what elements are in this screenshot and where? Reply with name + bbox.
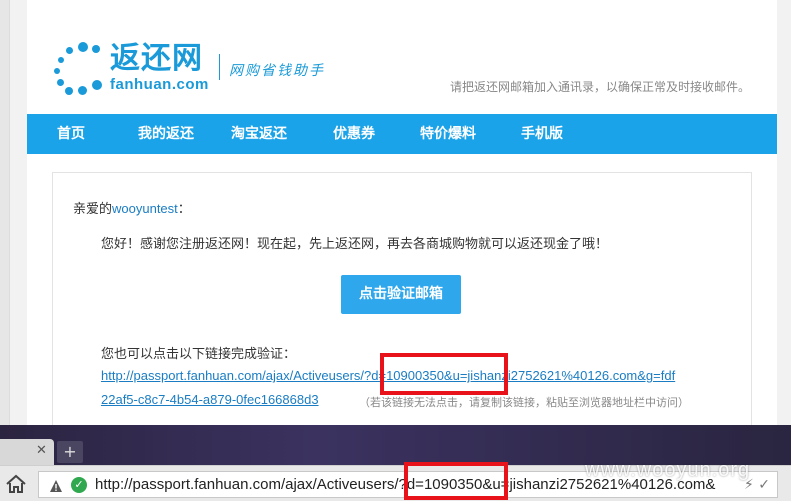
welcome-message: 您好！感谢您注册返还网！现在起，先上返还网，再去各商城购物就可以返还现金了哦！: [101, 237, 609, 252]
username: wooyuntest: [112, 201, 178, 216]
nav-item-taobao-rebate[interactable]: 淘宝返还: [231, 114, 287, 154]
nav-item-mobile[interactable]: 手机版: [521, 114, 563, 154]
close-icon[interactable]: ✕: [36, 443, 47, 458]
highlight-box-link: [380, 353, 508, 395]
greeting-suffix: ：: [177, 202, 191, 217]
secure-check-icon: ✓: [71, 477, 87, 493]
brand: 返还网 fanhuan.com: [110, 41, 209, 94]
nav-item-deals[interactable]: 特价爆料: [420, 114, 476, 154]
address-book-notice: 请把返还网邮箱加入通讯录，以确保正常及时接收邮件。: [450, 80, 751, 94]
verify-email-button[interactable]: 点击验证邮箱: [341, 275, 461, 314]
new-tab-button[interactable]: +: [57, 441, 83, 463]
left-edge: [0, 0, 10, 425]
warning-icon: [49, 478, 63, 492]
browser-tab[interactable]: ✕: [0, 439, 54, 465]
highlight-box-url: [404, 462, 508, 500]
brand-name-en: fanhuan.com: [110, 76, 209, 93]
tagline: 网购省钱助手: [229, 63, 325, 79]
home-icon[interactable]: [4, 472, 28, 496]
nav-item-coupons[interactable]: 优惠券: [333, 114, 375, 154]
link-hint: （若该链接无法点击，请复制该链接，粘贴至浏览器地址栏中访问）: [359, 396, 689, 409]
brand-name-cn: 返还网: [110, 41, 203, 76]
nav-item-home[interactable]: 首页: [57, 114, 85, 154]
watermark: www.wooyun.org: [585, 459, 751, 481]
greeting-prefix: 亲爱的: [73, 202, 113, 217]
nav-bar: 首页 我的返还 淘宝返还 优惠券 特价爆料 手机版: [27, 114, 777, 154]
greeting: 亲爱的wooyuntest：: [73, 198, 191, 217]
verify-link-line2[interactable]: 22af5-c8c7-4b54-a879-0fec166868d3: [101, 392, 319, 407]
email-header: 返还网 fanhuan.com 网购省钱助手 请把返还网邮箱加入通讯录，以确保正…: [27, 0, 777, 114]
alt-verify-text: 您也可以点击以下链接完成验证：: [101, 347, 297, 362]
header-divider: [219, 54, 220, 80]
nav-item-my-rebate[interactable]: 我的返还: [138, 114, 194, 154]
logo-icon: [54, 42, 114, 97]
